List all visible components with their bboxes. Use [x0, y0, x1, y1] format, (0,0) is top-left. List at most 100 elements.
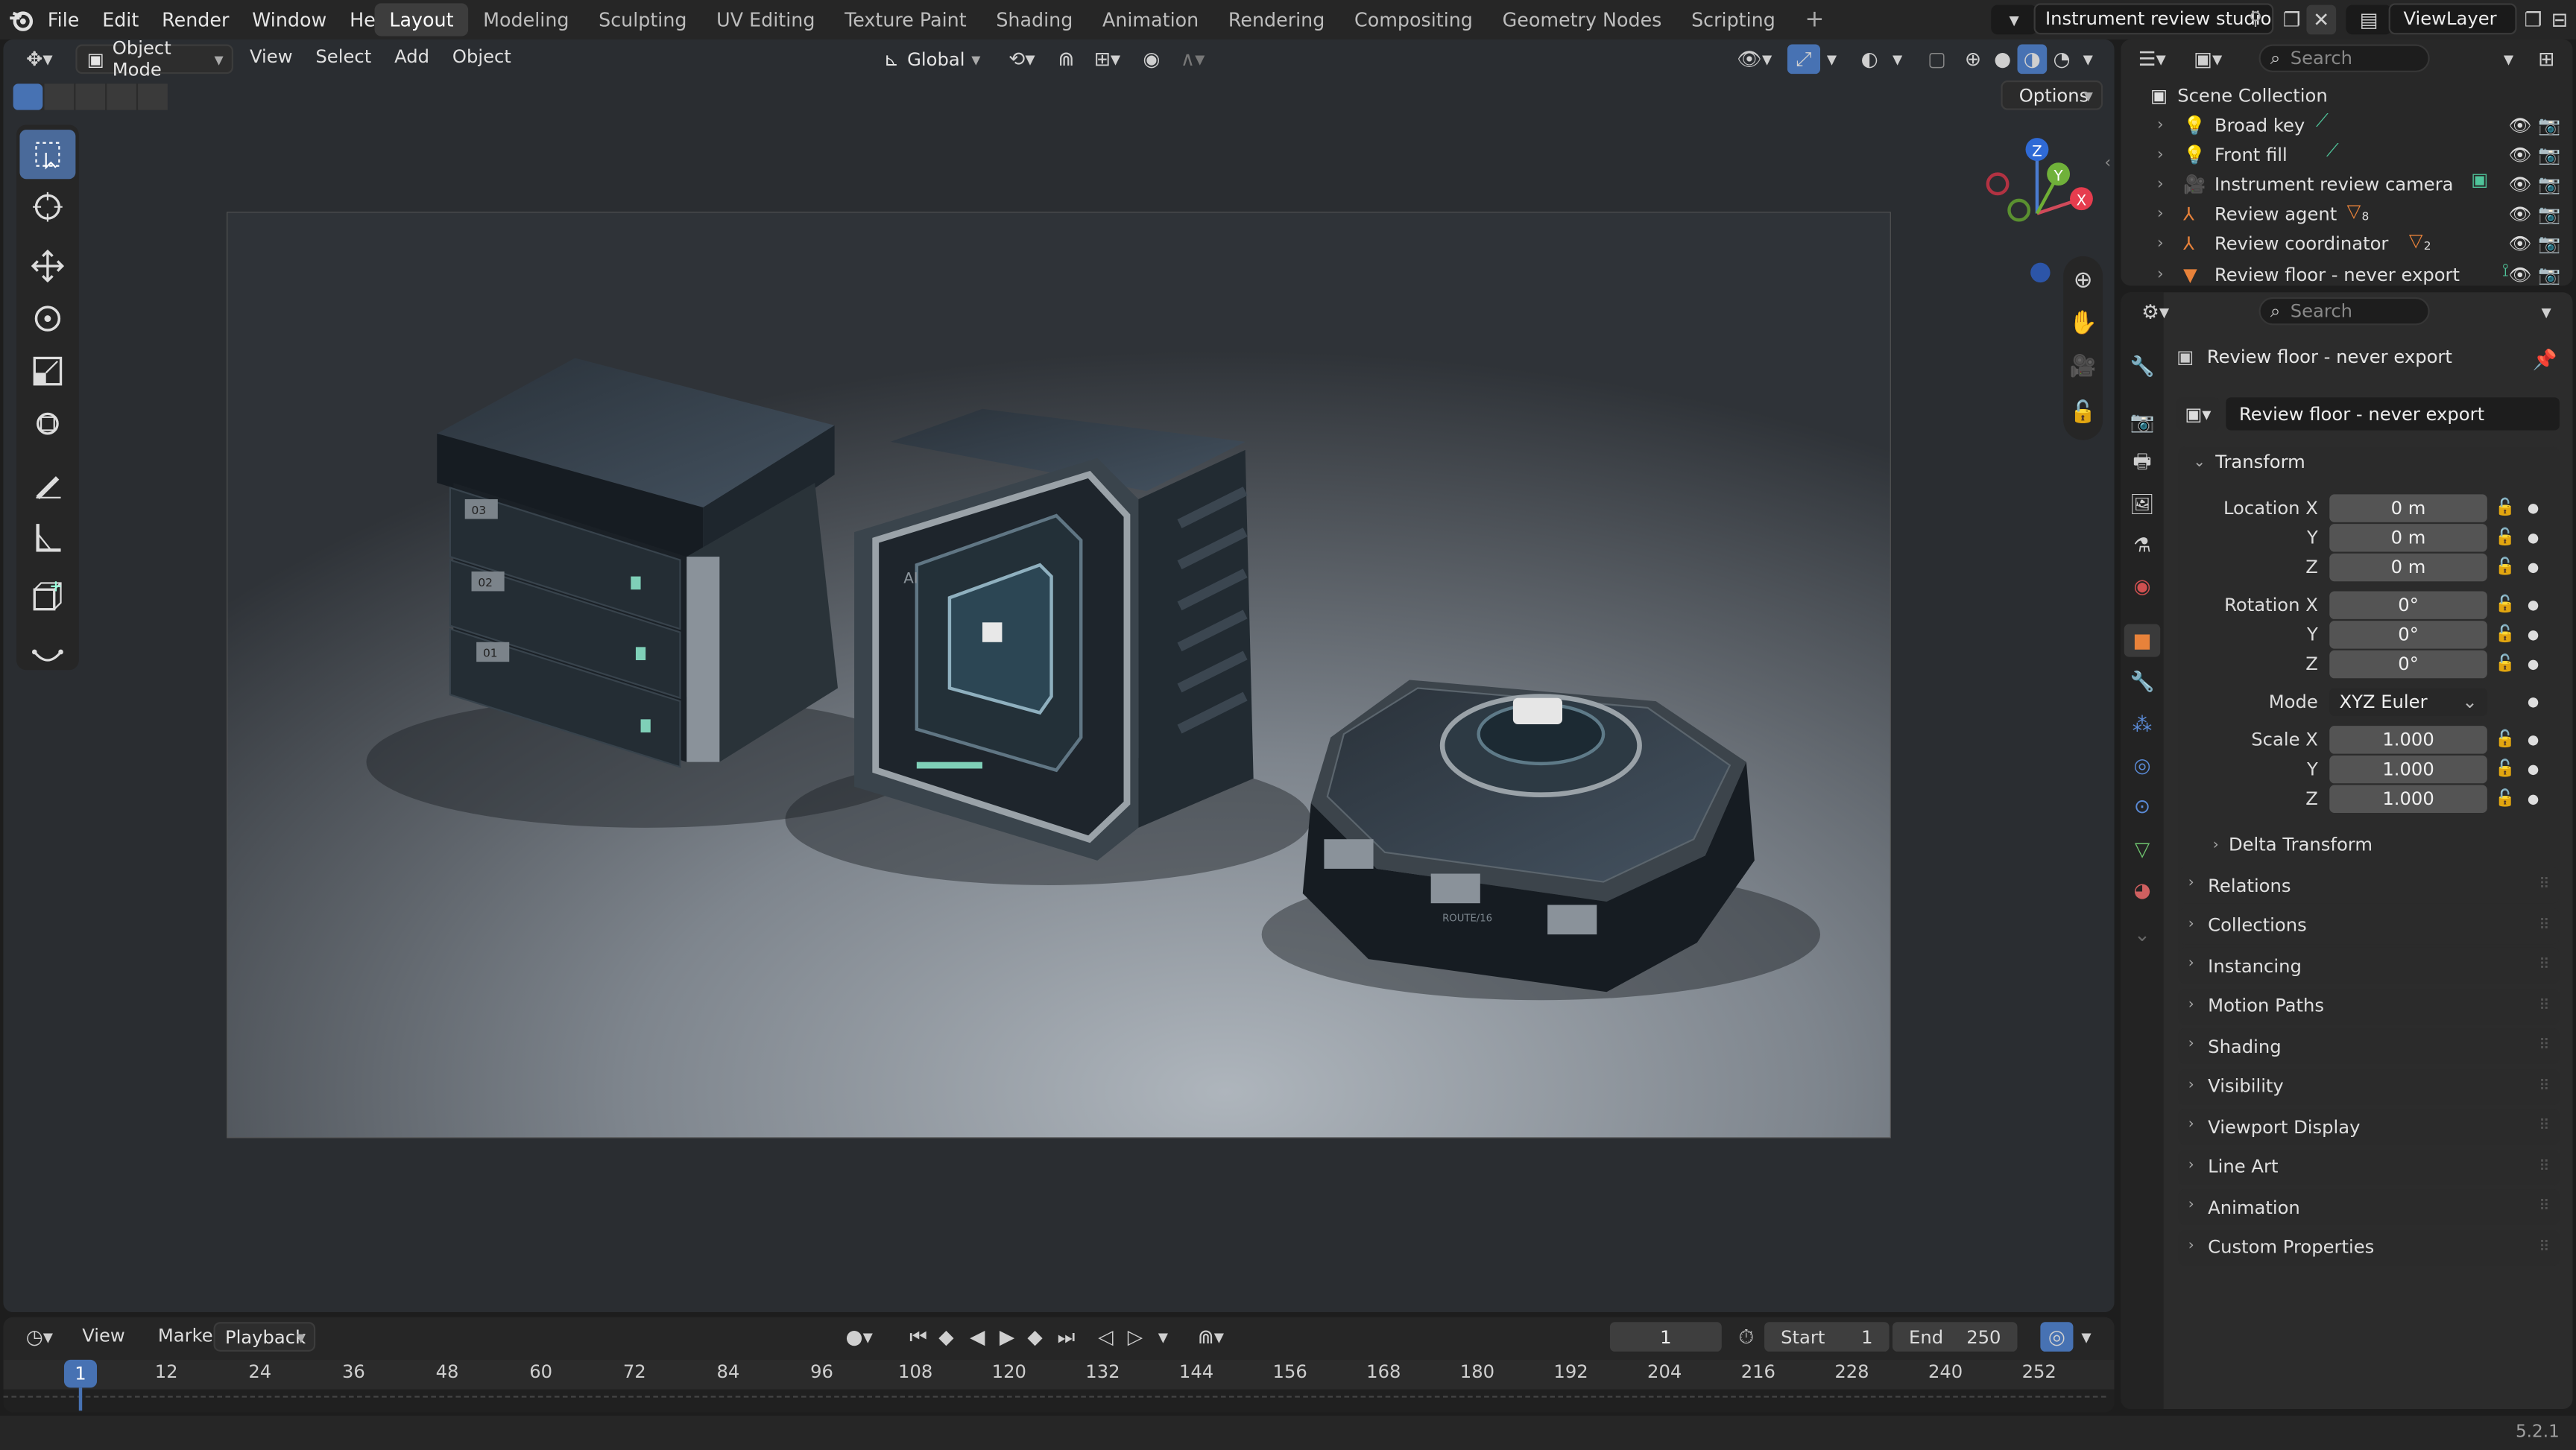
- annotate-tool-icon[interactable]: [19, 460, 75, 509]
- material-tab-icon[interactable]: ◕: [2127, 876, 2157, 905]
- object-tab-icon[interactable]: ■: [2124, 624, 2161, 657]
- tab-layout[interactable]: Layout: [374, 3, 469, 37]
- visibility-eye-icon[interactable]: 👁: [2509, 174, 2532, 195]
- select-intersect-icon[interactable]: [138, 83, 168, 110]
- mesh-data-icon[interactable]: ▽: [2347, 200, 2361, 221]
- gizmo-neg-y-axis[interactable]: [2007, 198, 2031, 222]
- render-camera-icon[interactable]: 📷: [2538, 264, 2560, 285]
- drag-handle-icon[interactable]: ⠿: [2539, 877, 2550, 893]
- keyframe-dot-icon[interactable]: ●: [2525, 554, 2542, 581]
- scene-name-field[interactable]: Instrument review studio ⚲: [2033, 3, 2274, 35]
- select-subtract-icon[interactable]: [75, 83, 106, 110]
- render-camera-icon[interactable]: 📷: [2538, 234, 2560, 256]
- keyframe-dot-icon[interactable]: ●: [2525, 621, 2542, 648]
- scene-selector-icon[interactable]: ▾: [1991, 4, 2037, 35]
- render-camera-icon[interactable]: 📷: [2538, 144, 2560, 165]
- spin-tool-icon[interactable]: [19, 630, 75, 680]
- pivot-point-icon[interactable]: ⟲▾: [999, 45, 1045, 75]
- timeline-scrollbar[interactable]: [3, 1396, 2106, 1402]
- menu-window[interactable]: Window: [241, 8, 338, 31]
- transform-tool-icon[interactable]: [19, 399, 75, 449]
- view-layer-tab-icon[interactable]: 🖼: [2127, 490, 2157, 519]
- options-dropdown[interactable]: Options ▾: [2001, 80, 2103, 110]
- tab-texture-paint[interactable]: Texture Paint: [830, 3, 981, 36]
- drag-handle-icon[interactable]: ⠿: [2539, 998, 2550, 1014]
- view-layer-selector-icon[interactable]: ▤: [2346, 4, 2393, 35]
- cursor-tool-icon[interactable]: [19, 183, 75, 232]
- location-z-field[interactable]: 0 m: [2329, 553, 2487, 582]
- drag-handle-icon[interactable]: ⠿: [2539, 957, 2550, 974]
- lock-icon[interactable]: 🔓: [2495, 785, 2515, 813]
- expand-arrow-icon[interactable]: ›: [2157, 235, 2164, 253]
- light-data-icon[interactable]: ⟋: [2316, 110, 2329, 133]
- lock-icon[interactable]: 🔓: [2495, 554, 2515, 581]
- scale-x-field[interactable]: 1.000: [2329, 726, 2487, 754]
- route-hub[interactable]: ROUTE/16: [1302, 680, 1755, 992]
- select-new-icon[interactable]: [13, 83, 43, 110]
- drag-handle-icon[interactable]: ⠿: [2539, 1118, 2550, 1135]
- output-tab-icon[interactable]: 🖶: [2127, 449, 2157, 478]
- panel-custom-properties[interactable]: › Custom Properties ⠿: [2178, 1229, 2560, 1266]
- properties-options-icon[interactable]: ▾: [2535, 297, 2558, 327]
- snap-target-icon[interactable]: ⊞▾: [1085, 45, 1131, 75]
- shading-menu-icon[interactable]: ▾: [2077, 45, 2100, 75]
- gizmo-neg-z-axis[interactable]: [2030, 262, 2051, 283]
- drag-handle-icon[interactable]: ⠿: [2539, 1199, 2550, 1215]
- falloff-icon[interactable]: ∧▾: [1169, 45, 1216, 75]
- scale-z-field[interactable]: 1.000: [2329, 785, 2487, 813]
- prev-keyframe-icon[interactable]: ◆: [933, 1322, 959, 1352]
- sync-menu-icon[interactable]: ▾: [2077, 1322, 2096, 1352]
- lock-icon[interactable]: 🔓: [2495, 621, 2515, 648]
- outliner-item[interactable]: › ⅄ Review coordinator 👁 📷 ▽ 2: [2121, 229, 2572, 259]
- panel-collections[interactable]: › Collections ⠿: [2178, 907, 2560, 944]
- next-marker-icon[interactable]: ▷: [1124, 1322, 1147, 1352]
- overlays-icon[interactable]: ◐: [1853, 45, 1886, 75]
- location-y-field[interactable]: 0 m: [2329, 524, 2487, 552]
- menu-marker[interactable]: Marker: [158, 1326, 221, 1347]
- sync-icon[interactable]: ◎: [2040, 1322, 2074, 1352]
- keyframe-dot-icon[interactable]: ●: [2525, 726, 2542, 753]
- tab-modeling[interactable]: Modeling: [468, 3, 584, 36]
- scene-collection-row[interactable]: ▣ Scene Collection: [2121, 80, 2572, 110]
- data-tab-icon[interactable]: ▽: [2127, 835, 2157, 864]
- camera-view-icon[interactable]: 🎥: [2067, 348, 2100, 384]
- new-view-layer-icon[interactable]: ❐: [2520, 5, 2546, 35]
- panel-line-art[interactable]: › Line Art ⠿: [2178, 1148, 2560, 1185]
- overlays-menu-icon[interactable]: ▾: [1886, 45, 1909, 75]
- properties-search-input[interactable]: ⌕ Search: [2258, 297, 2430, 326]
- location-x-field[interactable]: 0 m: [2329, 494, 2487, 522]
- scene-tab-icon[interactable]: ⚗: [2127, 531, 2157, 560]
- lock-icon[interactable]: 🔓: [2495, 726, 2515, 753]
- delete-view-layer-icon[interactable]: ⊟: [2546, 5, 2572, 35]
- frame-ruler[interactable]: [3, 1359, 2115, 1390]
- tab-compositing[interactable]: Compositing: [1339, 3, 1488, 36]
- sidebar-toggle-icon[interactable]: ‹: [2100, 151, 2115, 174]
- panel-viewport-display[interactable]: › Viewport Display ⠿: [2178, 1108, 2560, 1145]
- more-tabs-icon[interactable]: ⌄: [2127, 923, 2157, 946]
- select-box-tool-icon[interactable]: [19, 130, 76, 180]
- jump-end-icon[interactable]: ⏭: [1055, 1322, 1078, 1352]
- physics-tab-icon[interactable]: ◎: [2127, 750, 2157, 780]
- menu-file[interactable]: File: [36, 8, 90, 31]
- lock-icon[interactable]: 🔓: [2495, 524, 2515, 551]
- modifier-icon[interactable]: ⟟: [2502, 259, 2509, 282]
- autokey-icon[interactable]: ●▾: [838, 1322, 880, 1352]
- render-camera-icon[interactable]: 📷: [2538, 204, 2560, 226]
- menu-edit[interactable]: Edit: [91, 8, 151, 31]
- timeline-editor-type-icon[interactable]: ◷▾: [16, 1322, 63, 1352]
- select-invert-icon[interactable]: [107, 83, 136, 110]
- snap-icon[interactable]: ⋒: [1052, 45, 1082, 75]
- playback-menu-icon[interactable]: ▾: [1153, 1322, 1172, 1352]
- render-camera-icon[interactable]: 📷: [2538, 174, 2560, 195]
- current-frame-field[interactable]: 1: [1609, 1322, 1722, 1352]
- mode-dropdown[interactable]: ▣ Object Mode ▾: [75, 39, 233, 80]
- pin-icon[interactable]: ⚲: [2249, 8, 2262, 30]
- tool-tab-icon[interactable]: 🔧: [2127, 352, 2157, 382]
- panel-relations[interactable]: › Relations ⠿: [2178, 867, 2560, 904]
- render-tab-icon[interactable]: 📷: [2127, 408, 2157, 437]
- start-frame-field[interactable]: Start 1: [1764, 1322, 1890, 1352]
- keyframe-dot-icon[interactable]: ●: [2525, 524, 2542, 551]
- expand-arrow-icon[interactable]: ›: [2157, 115, 2164, 133]
- solid-shading-icon[interactable]: ●: [1988, 45, 2018, 75]
- outliner-item[interactable]: › ⅄ Review agent 👁 📷 ▽ 8: [2121, 200, 2572, 229]
